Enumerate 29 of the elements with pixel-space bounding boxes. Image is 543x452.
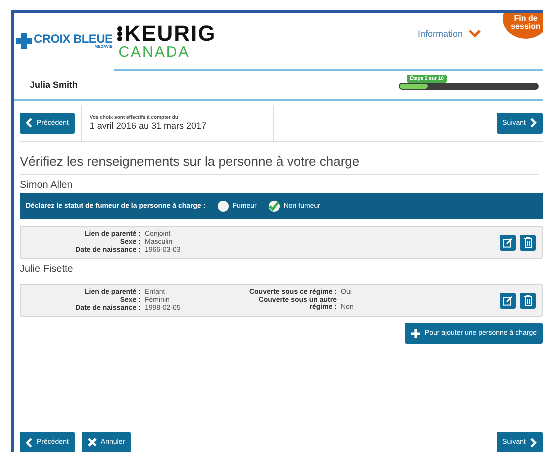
- effective-dates: 1 avril 2016 au 31 mars 2017: [90, 121, 208, 131]
- information-menu[interactable]: Information: [418, 29, 481, 39]
- user-name: Julia Smith: [30, 80, 78, 90]
- end-session-button[interactable]: Fin de session: [503, 13, 543, 39]
- brand-name: CROIX BLEUE: [34, 33, 113, 45]
- delete-button[interactable]: [520, 292, 536, 308]
- cross-icon: [16, 33, 32, 49]
- chevron-right-icon: [530, 438, 537, 448]
- chevron-right-icon: [530, 118, 537, 128]
- radio-checked-icon[interactable]: [268, 200, 280, 212]
- chevron-down-icon: [469, 30, 481, 38]
- radio-icon[interactable]: [218, 200, 229, 212]
- trash-icon: [524, 237, 532, 248]
- dependent-name: Julie Fisette: [20, 264, 74, 275]
- brand-subtitle: CANADA: [118, 44, 192, 60]
- chevron-left-icon: [26, 118, 33, 128]
- plus-icon: [410, 328, 421, 338]
- dependent-name: Simon Allen: [20, 180, 74, 191]
- edit-icon: [503, 238, 513, 248]
- edit-button[interactable]: [500, 234, 516, 250]
- page-title: Vérifiez les renseignements sur la personne à votre charge: [20, 154, 539, 175]
- brand-name: KEURIG: [124, 22, 216, 44]
- trash-icon: [524, 295, 532, 306]
- chevron-left-icon: [26, 438, 33, 448]
- close-icon: [88, 438, 97, 447]
- edit-button[interactable]: [500, 292, 516, 308]
- dots-icon: [116, 26, 123, 42]
- delete-button[interactable]: [520, 234, 536, 250]
- edit-icon: [503, 296, 513, 306]
